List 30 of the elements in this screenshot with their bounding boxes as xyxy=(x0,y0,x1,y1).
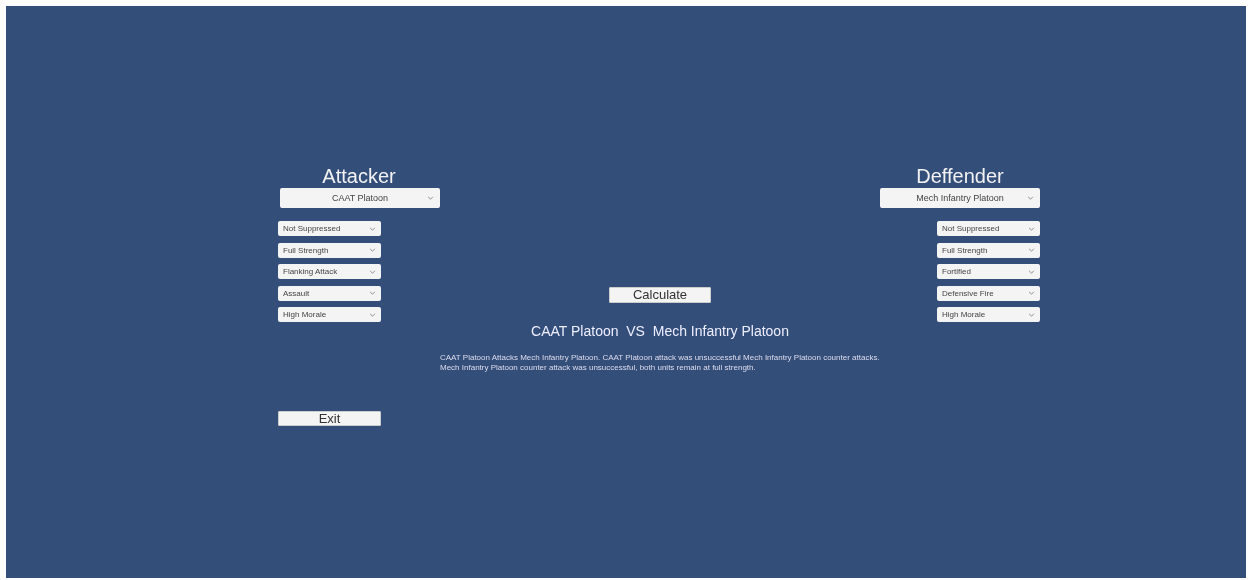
modifier-dropdown[interactable]: Flanking Attack xyxy=(278,264,381,279)
chevron-icon xyxy=(369,248,376,252)
chevron-icon xyxy=(369,312,376,317)
modifier-dropdown[interactable]: Full Strength xyxy=(278,242,381,258)
attacker-title: Attacker xyxy=(321,165,397,187)
modifier-dropdown[interactable]: Full Strength xyxy=(937,242,1040,258)
chevron-icon xyxy=(1028,269,1035,274)
defender-title: Deffender xyxy=(915,165,1005,187)
modifier-dropdown[interactable]: High Morale xyxy=(278,307,381,322)
modifier-dropdown[interactable]: Assault xyxy=(278,285,381,301)
chevron-icon xyxy=(1028,291,1035,295)
chevron-icon xyxy=(369,291,376,295)
modifier-dropdown[interactable]: Defensive Fire xyxy=(937,285,1040,301)
modifier-dropdown[interactable]: Not Suppressed xyxy=(278,221,381,236)
chevron-icon xyxy=(369,269,376,274)
modifier-dropdown[interactable]: Fortified xyxy=(937,264,1040,279)
chevron-icon xyxy=(1028,226,1035,231)
chevron-icon xyxy=(1027,196,1034,200)
calculate-button[interactable]: Calculate xyxy=(609,287,711,303)
exit-button[interactable]: Exit xyxy=(278,411,381,426)
chevron-icon xyxy=(1028,248,1035,252)
matchup-text: CAAT Platoon VS Mech Infantry Platoon xyxy=(531,323,789,339)
unit-dropdown[interactable]: Mech Infantry Platoon xyxy=(880,188,1040,208)
chevron-icon xyxy=(1028,312,1035,317)
modifier-dropdown[interactable]: High Morale xyxy=(937,307,1040,322)
chevron-icon xyxy=(427,196,434,200)
chevron-icon xyxy=(369,226,376,231)
unit-dropdown[interactable]: CAAT Platoon xyxy=(280,188,440,208)
modifier-dropdown[interactable]: Not Suppressed xyxy=(937,221,1040,236)
result-text: CAAT Platoon Attacks Mech Infantry Platoon. CAAT Platoon attack was unsuccessful Mech Infantry Platoon counter attacks. Mech Infantry Platoon counter attack was unsuccessful, both units remain at full strength. xyxy=(440,353,880,373)
